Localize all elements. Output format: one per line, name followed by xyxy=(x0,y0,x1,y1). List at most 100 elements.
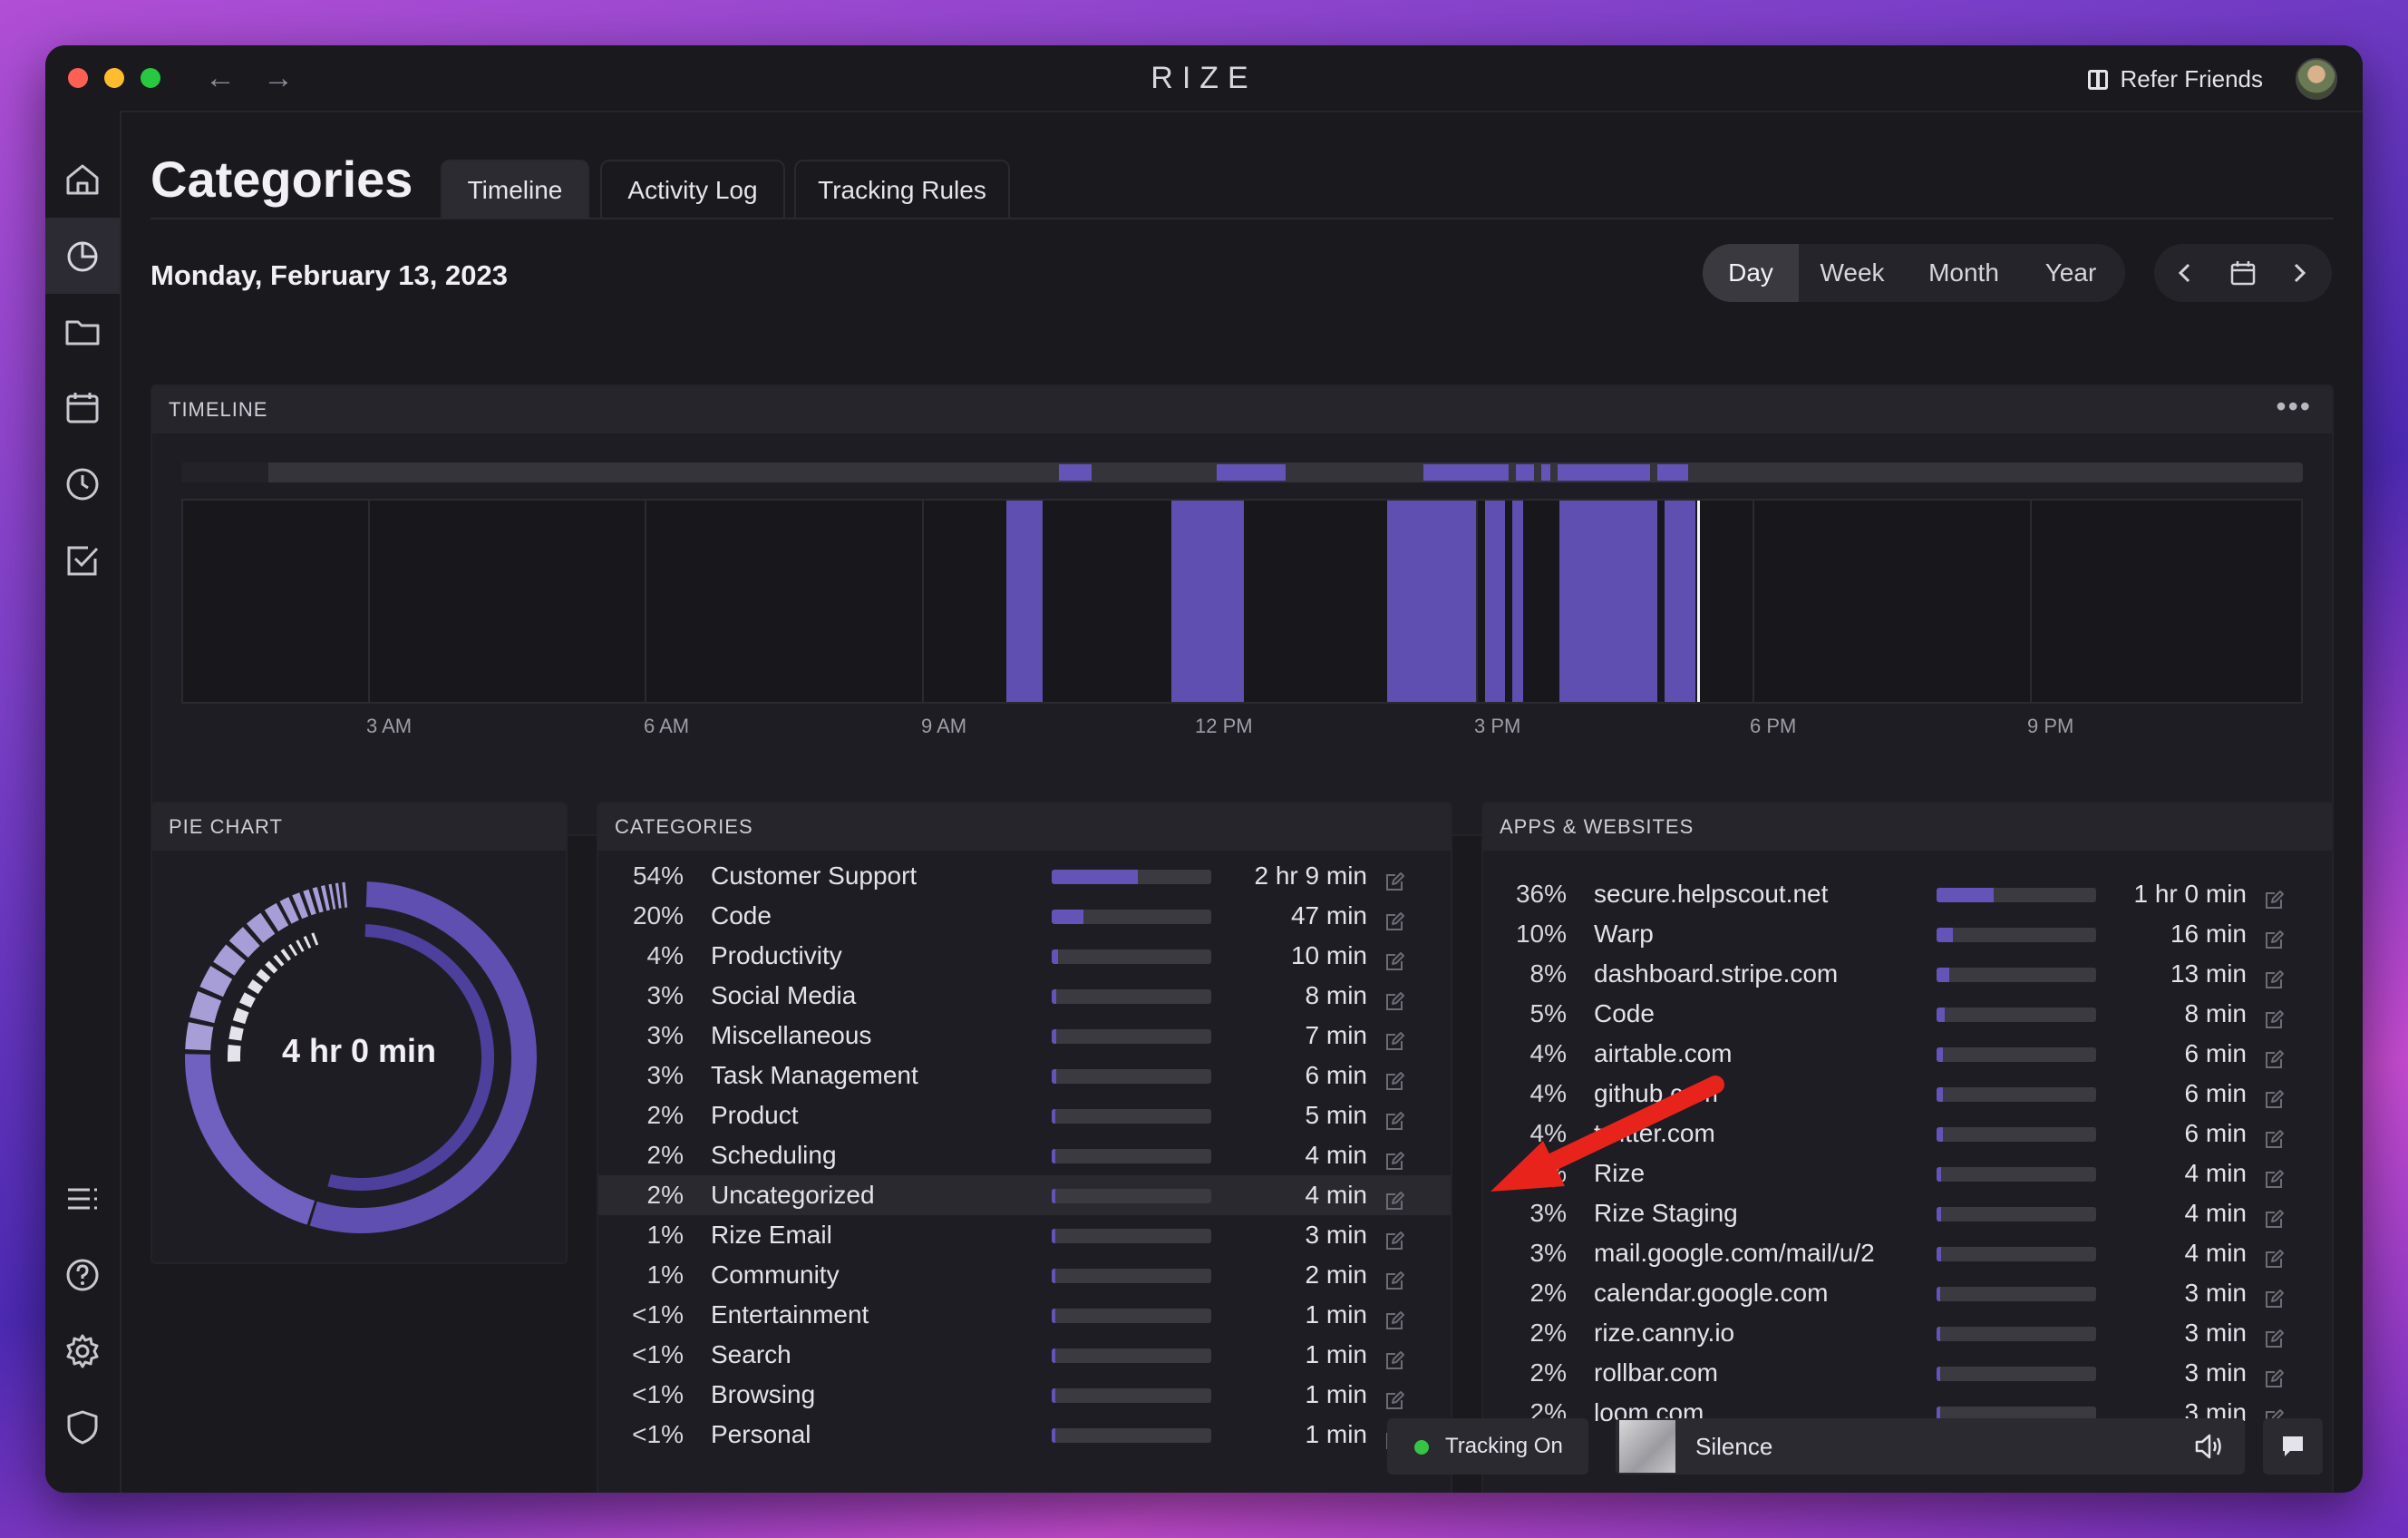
category-row[interactable]: 1% Rize Email 3 min xyxy=(598,1215,1451,1255)
edit-icon[interactable] xyxy=(1384,985,1405,1010)
timeline-activity-block[interactable] xyxy=(1485,501,1505,702)
calendar-picker-icon[interactable] xyxy=(2228,258,2258,287)
tab-timeline[interactable]: Timeline xyxy=(441,160,589,218)
category-row[interactable]: <1% Entertainment 1 min xyxy=(598,1295,1451,1335)
folder-icon[interactable] xyxy=(63,312,102,352)
edit-icon[interactable] xyxy=(1384,865,1405,891)
timeline-activity-block[interactable] xyxy=(1665,501,1695,702)
category-row[interactable]: <1% Browsing 1 min xyxy=(598,1375,1451,1415)
category-row[interactable]: 1% Community 2 min xyxy=(598,1255,1451,1295)
tab-activity-log[interactable]: Activity Log xyxy=(600,160,785,218)
timeline-activity-block[interactable] xyxy=(1387,501,1476,702)
edit-icon[interactable] xyxy=(1384,1105,1405,1130)
app-row[interactable]: 3% Rize 4 min xyxy=(1483,1154,2332,1193)
chevron-right-icon[interactable] xyxy=(2287,260,2312,286)
edit-icon[interactable] xyxy=(2263,1362,2285,1387)
focus-music-player[interactable]: Silence xyxy=(1616,1418,2245,1475)
edit-icon[interactable] xyxy=(1384,1065,1405,1090)
duration-label: 2 min xyxy=(1305,1261,1367,1289)
timeline-panel: TIMELINE ••• 3 AM 6 AM 9 AM 12 PM 3 PM 6… xyxy=(150,384,2334,836)
edit-icon[interactable] xyxy=(1384,1384,1405,1409)
category-row[interactable]: 20% Code 47 min xyxy=(598,896,1451,936)
category-row[interactable]: 4% Productivity 10 min xyxy=(598,936,1451,976)
category-row[interactable]: 2% Uncategorized 4 min xyxy=(598,1175,1451,1215)
category-row[interactable]: 2% Scheduling 4 min xyxy=(598,1135,1451,1175)
category-row[interactable]: 3% Miscellaneous 7 min xyxy=(598,1016,1451,1056)
edit-icon[interactable] xyxy=(2263,1123,2285,1148)
app-row[interactable]: 2% rize.canny.io 3 min xyxy=(1483,1313,2332,1353)
app-row[interactable]: 8% dashboard.stripe.com 13 min xyxy=(1483,954,2332,994)
app-row[interactable]: 5% Code 8 min xyxy=(1483,994,2332,1034)
chat-button[interactable] xyxy=(2263,1418,2323,1475)
user-avatar[interactable] xyxy=(2296,58,2337,100)
edit-icon[interactable] xyxy=(2263,1242,2285,1268)
edit-icon[interactable] xyxy=(2263,1282,2285,1308)
edit-icon[interactable] xyxy=(1384,1304,1405,1329)
pie-chart-icon[interactable] xyxy=(63,236,102,276)
timeline-plot[interactable] xyxy=(181,499,2303,704)
app-row[interactable]: 10% Warp 16 min xyxy=(1483,914,2332,954)
home-icon[interactable] xyxy=(63,160,102,200)
percent-label: 3% xyxy=(646,1021,684,1049)
edit-icon[interactable] xyxy=(1384,1344,1405,1369)
edit-icon[interactable] xyxy=(2263,923,2285,949)
checkbox-icon[interactable] xyxy=(63,540,102,580)
edit-icon[interactable] xyxy=(2263,883,2285,909)
more-options-icon[interactable]: ••• xyxy=(2276,386,2312,426)
refer-friends-button[interactable]: Refer Friends xyxy=(2087,58,2263,100)
volume-icon[interactable] xyxy=(2194,1433,2225,1460)
app-row[interactable]: 3% Rize Staging 4 min xyxy=(1483,1193,2332,1233)
list-menu-icon[interactable] xyxy=(63,1179,102,1219)
edit-icon[interactable] xyxy=(2263,1163,2285,1188)
shield-icon[interactable] xyxy=(63,1407,102,1447)
timeline-activity-block[interactable] xyxy=(1559,501,1657,702)
app-row[interactable]: 36% secure.helpscout.net 1 hr 0 min xyxy=(1483,874,2332,914)
help-icon[interactable] xyxy=(63,1255,102,1295)
edit-icon[interactable] xyxy=(2263,963,2285,988)
chevron-left-icon[interactable] xyxy=(2172,260,2198,286)
edit-icon[interactable] xyxy=(1384,1144,1405,1170)
edit-icon[interactable] xyxy=(1384,1184,1405,1210)
edit-icon[interactable] xyxy=(1384,1224,1405,1250)
timeline-activity-block[interactable] xyxy=(1006,501,1043,702)
app-row[interactable]: 4% airtable.com 6 min xyxy=(1483,1034,2332,1074)
duration-label: 16 min xyxy=(2170,920,2247,948)
item-name: rollbar.com xyxy=(1594,1358,1718,1387)
app-row[interactable]: 4% github.com 6 min xyxy=(1483,1074,2332,1114)
edit-icon[interactable] xyxy=(1384,945,1405,970)
axis-label-3am: 3 AM xyxy=(366,715,413,737)
edit-icon[interactable] xyxy=(1384,905,1405,930)
category-row[interactable]: 3% Task Management 6 min xyxy=(598,1056,1451,1095)
edit-icon[interactable] xyxy=(1384,1025,1405,1050)
edit-icon[interactable] xyxy=(2263,1083,2285,1108)
category-row[interactable]: 54% Customer Support 2 hr 9 min xyxy=(598,856,1451,896)
category-row[interactable]: 3% Social Media 8 min xyxy=(598,976,1451,1016)
timeline-activity-block[interactable] xyxy=(1171,501,1244,702)
category-row[interactable]: <1% Personal 1 min xyxy=(598,1415,1451,1455)
app-row[interactable]: 3% mail.google.com/mail/u/2 4 min xyxy=(1483,1233,2332,1273)
category-row[interactable]: <1% Search 1 min xyxy=(598,1335,1451,1375)
duration-label: 8 min xyxy=(1305,981,1367,1009)
edit-icon[interactable] xyxy=(2263,1003,2285,1028)
range-year-button[interactable]: Year xyxy=(2022,244,2120,302)
main-content: Categories Timeline Activity Log Trackin… xyxy=(121,111,2363,1493)
percent-label: <1% xyxy=(632,1300,684,1329)
timeline-activity-block[interactable] xyxy=(1512,501,1523,702)
edit-icon[interactable] xyxy=(1384,1264,1405,1290)
edit-icon[interactable] xyxy=(2263,1322,2285,1348)
timeline-overview-track[interactable] xyxy=(181,462,2303,482)
app-row[interactable]: 2% rollbar.com 3 min xyxy=(1483,1353,2332,1393)
category-row[interactable]: 2% Product 5 min xyxy=(598,1095,1451,1135)
edit-icon[interactable] xyxy=(2263,1043,2285,1068)
range-day-button[interactable]: Day xyxy=(1703,244,1799,302)
calendar-icon[interactable] xyxy=(63,388,102,428)
tracking-status-button[interactable]: Tracking On xyxy=(1387,1418,1588,1475)
tab-tracking-rules[interactable]: Tracking Rules xyxy=(794,160,1010,218)
edit-icon[interactable] xyxy=(2263,1202,2285,1228)
app-row[interactable]: 2% calendar.google.com 3 min xyxy=(1483,1273,2332,1313)
clock-icon[interactable] xyxy=(63,464,102,504)
app-row[interactable]: 4% twitter.com 6 min xyxy=(1483,1114,2332,1154)
gear-icon[interactable] xyxy=(63,1331,102,1371)
range-week-button[interactable]: Week xyxy=(1799,244,1906,302)
range-month-button[interactable]: Month xyxy=(1906,244,2022,302)
